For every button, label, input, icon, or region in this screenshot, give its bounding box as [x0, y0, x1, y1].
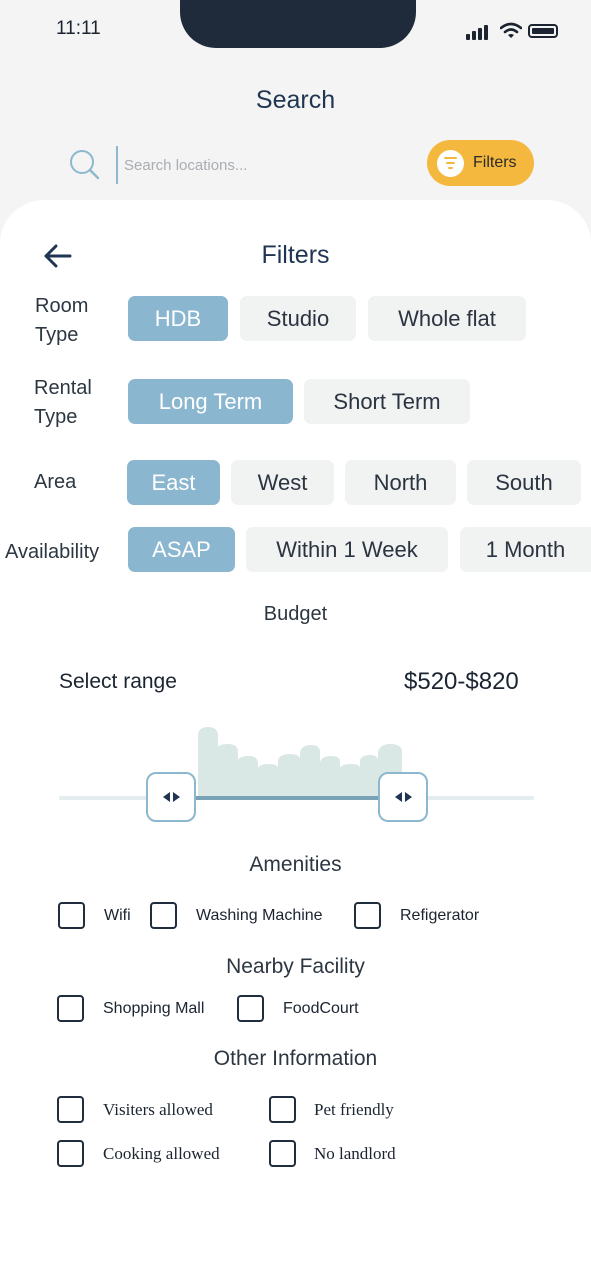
range-value: $520-$820: [404, 668, 519, 695]
room-type-label-line1: Room: [35, 295, 89, 317]
arrow-left-small-icon: [394, 792, 402, 802]
status-time: 11:11: [56, 18, 101, 39]
checkbox-refrigerator[interactable]: [354, 902, 381, 929]
chip-north[interactable]: North: [345, 460, 456, 505]
chip-short-term[interactable]: Short Term: [304, 379, 470, 424]
room-type-label-line2: Type: [35, 324, 79, 346]
label-visitors-allowed: Visiters allowed: [103, 1100, 213, 1119]
nearby-facility-title: Nearby Facility: [226, 955, 365, 978]
other-information-title: Other Information: [213, 1047, 378, 1070]
amenities-title: Amenities: [249, 853, 342, 876]
slider-handle-min[interactable]: [146, 772, 196, 822]
checkbox-foodcourt[interactable]: [237, 995, 264, 1022]
label-cooking-allowed: Cooking allowed: [103, 1144, 220, 1163]
search-input[interactable]: [124, 150, 404, 180]
checkbox-wifi[interactable]: [58, 902, 85, 929]
chip-studio[interactable]: Studio: [240, 296, 356, 341]
signal-icon: [478, 28, 482, 40]
signal-icon: [484, 25, 488, 40]
arrow-left-small-icon: [162, 792, 170, 802]
page-title: Search: [255, 86, 336, 114]
slider-handle-max[interactable]: [378, 772, 428, 822]
area-label: Area: [34, 471, 77, 493]
checkbox-cooking-allowed[interactable]: [57, 1140, 84, 1167]
checkbox-no-landlord[interactable]: [269, 1140, 296, 1167]
label-shopping-mall: Shopping Mall: [103, 1000, 205, 1017]
label-wifi: Wifi: [104, 907, 131, 924]
room-type-label: Room Type: [35, 292, 88, 350]
chip-hdb[interactable]: HDB: [128, 296, 228, 341]
wifi-icon: [500, 22, 522, 38]
status-icons: [466, 22, 562, 42]
chip-west[interactable]: West: [231, 460, 334, 505]
chip-east[interactable]: East: [127, 460, 220, 505]
label-foodcourt: FoodCourt: [283, 1000, 359, 1017]
checkbox-washing-machine[interactable]: [150, 902, 177, 929]
chip-south[interactable]: South: [467, 460, 581, 505]
label-washing-machine: Washing Machine: [196, 907, 323, 924]
device-notch: [180, 0, 416, 48]
availability-label: Availability: [5, 541, 100, 563]
chip-whole-flat[interactable]: Whole flat: [368, 296, 526, 341]
select-range-label: Select range: [59, 670, 177, 693]
filters-title: Filters: [261, 241, 330, 269]
arrow-right-small-icon: [404, 792, 412, 802]
signal-icon: [466, 34, 470, 40]
filters-button[interactable]: Filters: [427, 140, 534, 186]
chip-within-1-week[interactable]: Within 1 Week: [246, 527, 448, 572]
chip-long-term[interactable]: Long Term: [128, 379, 293, 424]
chip-asap[interactable]: ASAP: [128, 527, 235, 572]
checkbox-pet-friendly[interactable]: [269, 1096, 296, 1123]
label-refrigerator: Refigerator: [400, 907, 480, 924]
rental-type-label: Rental Type: [34, 374, 92, 432]
rental-type-label-line1: Rental: [34, 377, 92, 399]
search-icon[interactable]: [68, 148, 100, 180]
checkbox-visitors-allowed[interactable]: [57, 1096, 84, 1123]
slider-selected-range: [195, 796, 383, 800]
label-pet-friendly: Pet friendly: [314, 1100, 394, 1119]
label-no-landlord: No landlord: [314, 1144, 396, 1163]
filters-button-label: Filters: [473, 154, 517, 171]
filter-icon: [437, 149, 464, 177]
checkbox-shopping-mall[interactable]: [57, 995, 84, 1022]
chip-1-month[interactable]: 1 Month: [460, 527, 591, 572]
arrow-right-small-icon: [172, 792, 180, 802]
budget-title: Budget: [263, 603, 328, 625]
battery-icon: [528, 24, 558, 38]
rental-type-label-line2: Type: [34, 406, 78, 428]
search-divider: [116, 146, 118, 184]
signal-icon: [472, 31, 476, 40]
